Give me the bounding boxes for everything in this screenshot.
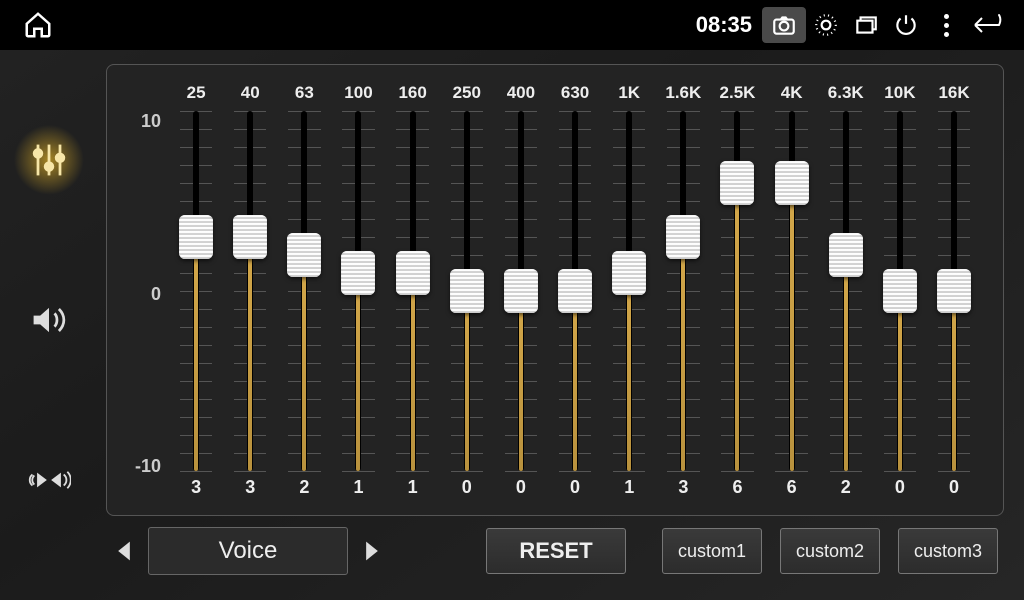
eq-band-freq: 63 xyxy=(295,83,314,111)
eq-slider[interactable] xyxy=(873,111,927,471)
eq-band-value: 2 xyxy=(299,477,309,505)
eq-slider[interactable] xyxy=(765,111,819,471)
eq-slider[interactable] xyxy=(386,111,440,471)
eq-band-250: 250 0 xyxy=(440,83,494,505)
eq-band-value: 0 xyxy=(895,477,905,505)
custom2-button[interactable]: custom2 xyxy=(780,528,880,574)
recent-apps-icon[interactable] xyxy=(846,5,886,45)
eq-slider[interactable] xyxy=(223,111,277,471)
eq-band-value: 3 xyxy=(245,477,255,505)
eq-band-value: 1 xyxy=(408,477,418,505)
equalizer-panel: 10 0 -10 25 3 40 3 63 xyxy=(106,64,1004,516)
eq-band-40: 40 3 xyxy=(223,83,277,505)
eq-band-value: 0 xyxy=(949,477,959,505)
eq-band-value: 6 xyxy=(732,477,742,505)
brightness-icon[interactable] xyxy=(806,5,846,45)
eq-band-value: 0 xyxy=(516,477,526,505)
eq-band-freq: 1.6K xyxy=(665,83,701,111)
eq-band-value: 1 xyxy=(624,477,634,505)
eq-band-freq: 25 xyxy=(187,83,206,111)
eq-band-1.6K: 1.6K 3 xyxy=(656,83,710,505)
eq-slider[interactable] xyxy=(656,111,710,471)
eq-band-160: 160 1 xyxy=(386,83,440,505)
custom1-button[interactable]: custom1 xyxy=(662,528,762,574)
custom3-button[interactable]: custom3 xyxy=(898,528,998,574)
eq-slider[interactable] xyxy=(602,111,656,471)
eq-band-16K: 16K 0 xyxy=(927,83,981,505)
eq-band-1K: 1K 1 xyxy=(602,83,656,505)
eq-band-63: 63 2 xyxy=(277,83,331,505)
home-icon[interactable] xyxy=(18,5,58,45)
eq-band-freq: 16K xyxy=(938,83,969,111)
eq-band-freq: 630 xyxy=(561,83,589,111)
eq-band-value: 6 xyxy=(787,477,797,505)
eq-band-freq: 6.3K xyxy=(828,83,864,111)
eq-band-value: 2 xyxy=(841,477,851,505)
sidebar-tab-equalizer[interactable] xyxy=(19,130,79,190)
eq-band-100: 100 1 xyxy=(331,83,385,505)
eq-slider[interactable] xyxy=(331,111,385,471)
sidebar-tab-volume[interactable] xyxy=(19,290,79,350)
eq-band-4K: 4K 6 xyxy=(765,83,819,505)
more-icon[interactable] xyxy=(926,5,966,45)
eq-band-10K: 10K 0 xyxy=(873,83,927,505)
eq-band-630: 630 0 xyxy=(548,83,602,505)
eq-band-freq: 40 xyxy=(241,83,260,111)
eq-band-value: 1 xyxy=(353,477,363,505)
axis-min: -10 xyxy=(135,456,161,477)
eq-band-value: 3 xyxy=(678,477,688,505)
eq-band-400: 400 0 xyxy=(494,83,548,505)
bottom-bar: Voice RESET custom1 custom2 custom3 xyxy=(106,516,1004,586)
preset-label[interactable]: Voice xyxy=(148,527,348,575)
eq-slider[interactable] xyxy=(927,111,981,471)
reset-button[interactable]: RESET xyxy=(486,528,626,574)
eq-band-freq: 2.5K xyxy=(720,83,756,111)
eq-band-freq: 100 xyxy=(344,83,372,111)
eq-slider[interactable] xyxy=(169,111,223,471)
preset-next-button[interactable] xyxy=(354,533,390,569)
preset-prev-button[interactable] xyxy=(106,533,142,569)
sidebar xyxy=(0,50,98,600)
sidebar-tab-balance[interactable] xyxy=(19,450,79,510)
eq-slider[interactable] xyxy=(819,111,873,471)
eq-slider[interactable] xyxy=(548,111,602,471)
eq-band-25: 25 3 xyxy=(169,83,223,505)
eq-slider[interactable] xyxy=(494,111,548,471)
eq-band-value: 0 xyxy=(570,477,580,505)
eq-band-freq: 250 xyxy=(453,83,481,111)
power-icon[interactable] xyxy=(886,5,926,45)
axis-max: 10 xyxy=(141,111,161,132)
eq-slider[interactable] xyxy=(277,111,331,471)
eq-band-freq: 4K xyxy=(781,83,803,111)
eq-band-freq: 1K xyxy=(618,83,640,111)
eq-axis: 10 0 -10 xyxy=(129,83,169,505)
eq-band-2.5K: 2.5K 6 xyxy=(710,83,764,505)
eq-band-freq: 160 xyxy=(398,83,426,111)
eq-slider[interactable] xyxy=(710,111,764,471)
eq-band-value: 0 xyxy=(462,477,472,505)
eq-band-freq: 10K xyxy=(884,83,915,111)
back-icon[interactable] xyxy=(966,5,1006,45)
eq-band-value: 3 xyxy=(191,477,201,505)
eq-band-freq: 400 xyxy=(507,83,535,111)
camera-icon[interactable] xyxy=(762,7,806,43)
status-bar: 08:35 xyxy=(0,0,1024,50)
eq-slider[interactable] xyxy=(440,111,494,471)
eq-band-6.3K: 6.3K 2 xyxy=(819,83,873,505)
status-clock: 08:35 xyxy=(696,12,752,38)
axis-mid: 0 xyxy=(151,284,161,305)
